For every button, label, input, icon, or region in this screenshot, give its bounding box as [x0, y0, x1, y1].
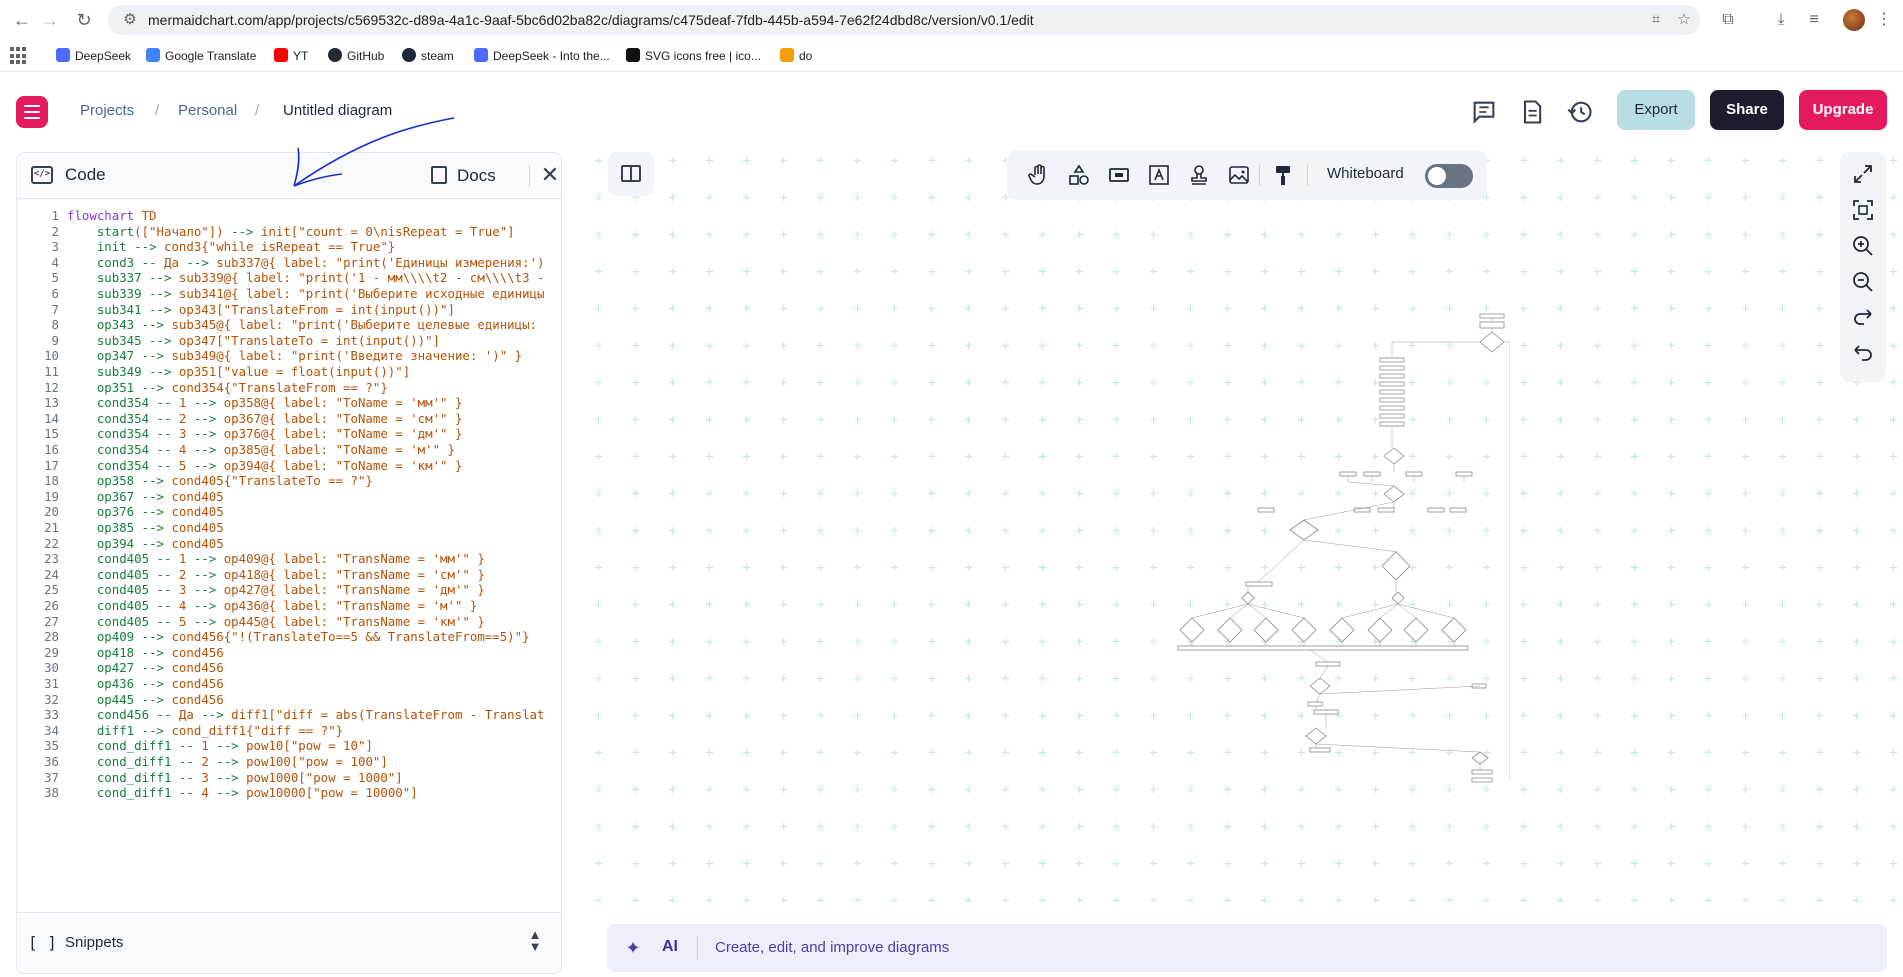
bookmark-deepseek[interactable]: DeepSeek	[56, 47, 131, 65]
bookmark-google-translate[interactable]: Google Translate	[146, 47, 256, 65]
bookmark-star-icon[interactable]: ☆	[1674, 10, 1694, 30]
image-icon[interactable]	[1227, 163, 1251, 187]
menu-dots-icon[interactable]: ⋮	[1872, 8, 1896, 32]
deepseek-icon	[474, 48, 488, 62]
chevron-updown-icon[interactable]: ▲ ▼	[525, 928, 545, 953]
steam-icon	[402, 48, 416, 62]
github-icon	[328, 48, 342, 62]
upgrade-button[interactable]: Upgrade	[1799, 90, 1887, 130]
zoom-out-icon[interactable]	[1851, 270, 1875, 294]
export-button[interactable]: Export	[1617, 90, 1695, 130]
bookmark-github[interactable]: GitHub	[328, 47, 384, 65]
do-icon	[780, 48, 794, 62]
guide-book-button[interactable]	[608, 152, 654, 196]
history-icon[interactable]	[1566, 98, 1594, 126]
stamp-icon[interactable]	[1187, 163, 1211, 187]
paint-icon[interactable]	[1271, 163, 1295, 187]
bookmark-steam[interactable]: steam	[402, 47, 454, 65]
comments-icon[interactable]	[1470, 98, 1498, 126]
snippets-section[interactable]: [ ] Snippets ▲ ▼	[17, 912, 561, 973]
toggle-knob	[1428, 167, 1446, 185]
download-icon[interactable]: ⤓	[1769, 8, 1793, 32]
code-panel-title: Code	[65, 165, 106, 184]
translate-icon[interactable]: ⌗	[1646, 10, 1666, 30]
apps-icon[interactable]	[10, 47, 28, 65]
ai-sparkle-icon: ✦	[625, 938, 641, 958]
shapes-icon[interactable]	[1067, 163, 1091, 187]
ai-input[interactable]: Create, edit, and improve diagrams	[715, 939, 949, 956]
forward-icon[interactable]: →	[38, 8, 62, 32]
extensions-icon[interactable]: ⧉	[1716, 8, 1740, 32]
reload-icon[interactable]: ↻	[72, 8, 96, 32]
line-number: 38	[44, 785, 59, 801]
zoom-in-icon[interactable]	[1851, 234, 1875, 258]
code-editor[interactable]: 1 flowchart TD 2 start(["Начало"]) --> ini…	[17, 200, 561, 912]
close-icon[interactable]: ✕	[539, 164, 561, 186]
address-bar[interactable]: ⚙ mermaidchart.com/app/projects/c569532c…	[108, 5, 1700, 35]
deepseek-icon	[56, 48, 70, 62]
document-icon[interactable]	[1518, 98, 1546, 126]
fit-icon[interactable]	[1851, 198, 1875, 222]
code-icon: </>	[31, 166, 53, 184]
bookmarks-bar: DeepSeek Google Translate YT GitHub stea…	[0, 40, 1903, 72]
breadcrumb-personal[interactable]: Personal	[178, 100, 237, 122]
breadcrumb-separator: /	[155, 102, 160, 119]
whiteboard-label: Whiteboard	[1327, 165, 1404, 182]
code-line[interactable]: 38 cond_diff1 -- 4 --> pow10000["pow = 1…	[17, 783, 561, 802]
bookmark-do[interactable]: do	[780, 47, 812, 65]
annotation-arrow	[293, 117, 455, 187]
url-text[interactable]: mermaidchart.com/app/projects/c569532c-d…	[148, 12, 1034, 28]
view-controls	[1840, 152, 1886, 382]
book-icon	[621, 165, 641, 182]
ai-prompt-bar[interactable]: ✦ AI Create, edit, and improve diagrams	[607, 924, 1887, 972]
back-icon[interactable]: ←	[10, 8, 34, 32]
toolbar-divider	[1307, 164, 1308, 186]
rectangle-icon[interactable]	[1107, 163, 1131, 187]
expand-icon[interactable]	[1851, 162, 1875, 186]
ai-label: AI	[662, 938, 678, 955]
youtube-icon	[274, 48, 288, 62]
bookmark-yt[interactable]: YT	[274, 47, 308, 65]
svg-icons-icon	[626, 48, 640, 62]
breadcrumb-separator: /	[255, 102, 260, 119]
media-icon[interactable]: ≡	[1802, 8, 1826, 32]
share-button[interactable]: Share	[1710, 90, 1784, 130]
snippets-icon: [ ]	[28, 933, 57, 952]
ai-divider	[697, 936, 698, 960]
redo-icon[interactable]	[1851, 306, 1875, 330]
profile-avatar[interactable]	[1843, 9, 1865, 31]
translate-bookmark-icon	[146, 48, 160, 62]
browser-toolbar: ← → ↻ ⚙ mermaidchart.com/app/projects/c5…	[0, 0, 1903, 40]
code-panel: </> Code Docs ✕ 1 flowchart TD 2 start(["Н…	[16, 152, 562, 974]
line-content: cond_diff1 -- 4 --> pow10000["pow = 1000…	[96, 785, 418, 801]
hand-icon[interactable]	[1027, 163, 1051, 187]
toolbar-divider	[1259, 164, 1260, 186]
main-menu-button[interactable]	[16, 96, 48, 128]
undo-icon[interactable]	[1851, 342, 1875, 366]
site-info-icon[interactable]: ⚙	[120, 10, 140, 30]
diagram-preview[interactable]	[1110, 300, 1510, 840]
bookmark-deepseek-into[interactable]: DeepSeek - Into the...	[474, 47, 610, 65]
breadcrumb-projects[interactable]: Projects	[80, 100, 134, 122]
snippets-label: Snippets	[65, 934, 124, 951]
bookmark-svg-icons[interactable]: SVG icons free | ico...	[626, 47, 761, 65]
text-icon[interactable]	[1147, 163, 1171, 187]
canvas-toolbar: Whiteboard	[1007, 150, 1487, 200]
whiteboard-toggle[interactable]	[1425, 164, 1473, 188]
header-divider	[529, 165, 530, 187]
